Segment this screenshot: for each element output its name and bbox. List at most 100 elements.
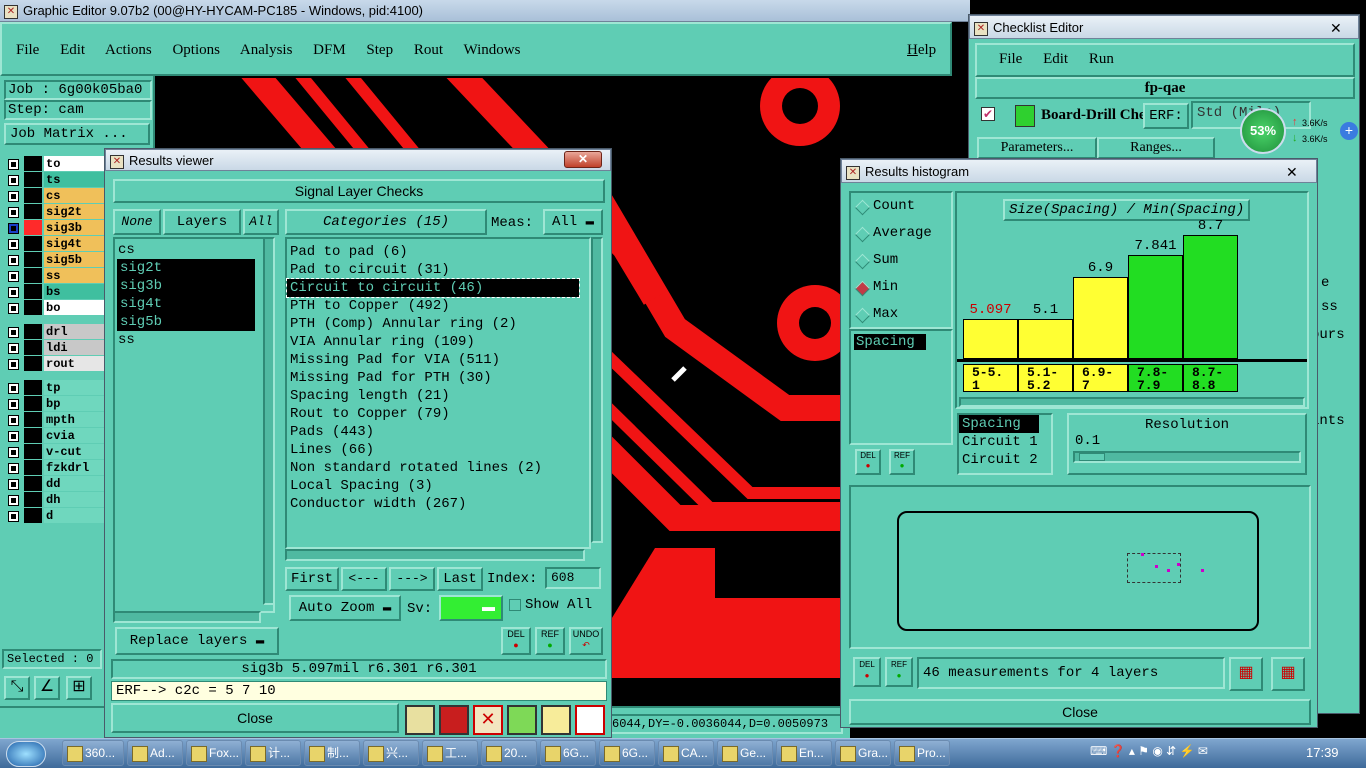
taskbar-item[interactable]: 兴... <box>363 740 419 766</box>
net-plus-icon[interactable]: + <box>1340 122 1358 140</box>
category-item[interactable]: Pad to circuit (31) <box>287 261 589 279</box>
hg-export-icon-2[interactable]: ▦ <box>1271 657 1305 691</box>
menu-edit[interactable]: Edit <box>60 42 85 58</box>
menu-options[interactable]: Options <box>172 42 220 58</box>
category-item[interactable]: Local Spacing (3) <box>287 477 589 495</box>
rv-close-icon[interactable]: ✕ <box>564 151 602 168</box>
category-item[interactable]: Pads (443) <box>287 423 589 441</box>
mode-radio-count[interactable]: Count <box>851 193 951 220</box>
menu-analysis[interactable]: Analysis <box>240 42 293 58</box>
category-item[interactable]: Lines (66) <box>287 441 589 459</box>
layer-row-bs[interactable]: bs <box>4 284 106 300</box>
hg-field-list[interactable]: Spacing <box>849 329 953 445</box>
layer-checkbox[interactable] <box>8 399 19 410</box>
tool-button-3[interactable]: ⊞ <box>66 676 92 700</box>
meas-dropdown[interactable]: All ▬ <box>543 209 603 235</box>
layer-checkbox[interactable] <box>8 239 19 250</box>
resolution-slider[interactable] <box>1073 451 1301 463</box>
taskbar-item[interactable]: 工... <box>422 740 478 766</box>
histogram-titlebar[interactable]: ✕ Results histogram ✕ <box>841 159 1317 183</box>
mode-radio-average[interactable]: Average <box>851 220 951 247</box>
histogram-bar[interactable] <box>1073 277 1128 359</box>
hg-list-item[interactable]: Circuit 1 <box>959 433 1051 451</box>
rv-layer-item[interactable]: sig5b <box>117 313 255 331</box>
rv-layer-list[interactable]: cs sig2t sig3b sig4t sig5b ss <box>113 237 275 613</box>
toolbar-icon-3[interactable]: ✕ <box>473 705 503 735</box>
layer-row-dd[interactable]: dd <box>4 476 106 492</box>
cl-close-icon[interactable]: ✕ <box>1330 16 1342 40</box>
layer-checkbox[interactable] <box>8 207 19 218</box>
layer-row-bo[interactable]: bo <box>4 300 106 316</box>
layers-button[interactable]: Layers <box>163 209 241 235</box>
layer-row-ldi[interactable]: ldi <box>4 340 106 356</box>
layer-row-fzkdrl[interactable]: fzkdrl <box>4 460 106 476</box>
histogram-bar[interactable] <box>1018 319 1073 359</box>
toolbar-icon-1[interactable] <box>405 705 435 735</box>
histogram-chart[interactable]: Size(Spacing) / Min(Spacing) 5.097 5.1 6.9… <box>955 191 1309 409</box>
layer-row-sig3b[interactable]: sig3b <box>4 220 106 236</box>
tool-button-1[interactable]: ⤡ <box>4 676 30 700</box>
auto-zoom-dropdown[interactable]: Auto Zoom ▬ <box>289 595 401 621</box>
category-item[interactable]: Conductor width (267) <box>287 495 589 513</box>
hg-close-button[interactable]: Close <box>849 699 1311 725</box>
resolution-slider-thumb[interactable] <box>1079 453 1105 461</box>
layer-checkbox[interactable] <box>8 159 19 170</box>
histogram-bar[interactable] <box>1183 235 1238 359</box>
rv-undo-button[interactable]: UNDO ↶ <box>569 627 603 655</box>
menu-rout[interactable]: Rout <box>414 42 443 58</box>
menu-actions[interactable]: Actions <box>105 42 152 58</box>
layer-checkbox[interactable] <box>8 327 19 338</box>
category-item[interactable]: Rout to Copper (79) <box>287 405 589 423</box>
cl-menu-file[interactable]: File <box>999 51 1022 67</box>
category-item[interactable]: Spacing length (21) <box>287 387 589 405</box>
chart-hscroll[interactable] <box>959 397 1305 407</box>
layer-checkbox[interactable] <box>8 495 19 506</box>
layer-checkbox[interactable] <box>8 255 19 266</box>
layer-checkbox[interactable] <box>8 359 19 370</box>
job-matrix-button[interactable]: Job Matrix ... <box>4 123 150 145</box>
net-speed-widget[interactable]: 53% ↑ 3.6K/s ↓ 3.6K/s + <box>1240 108 1360 154</box>
parameters-button[interactable]: Parameters... <box>977 137 1097 159</box>
layer-checkbox[interactable] <box>8 287 19 298</box>
taskbar-item[interactable]: 360... <box>62 740 124 766</box>
taskbar-item[interactable]: En... <box>776 740 832 766</box>
layer-row-sig5b[interactable]: sig5b <box>4 252 106 268</box>
next-button[interactable]: ---> <box>389 567 435 591</box>
rv-layer-hscroll[interactable] <box>113 611 261 623</box>
toolbar-icon-4[interactable] <box>507 705 537 735</box>
layer-checkbox[interactable] <box>8 303 19 314</box>
index-input[interactable]: 608 <box>545 567 601 589</box>
layer-checkbox[interactable] <box>8 223 19 234</box>
category-item[interactable]: VIA Annular ring (109) <box>287 333 589 351</box>
layer-checkbox[interactable] <box>8 479 19 490</box>
taskbar-item[interactable]: Ad... <box>127 740 183 766</box>
hg-result-list[interactable]: Spacing Circuit 1 Circuit 2 <box>957 413 1053 475</box>
none-button[interactable]: None <box>113 209 161 235</box>
layer-row-tp[interactable]: tp <box>4 380 106 396</box>
category-item[interactable]: Non standard rotated lines (2) <box>287 459 589 477</box>
layer-row-cvia[interactable]: cvia <box>4 428 106 444</box>
layer-checkbox[interactable] <box>8 415 19 426</box>
category-item[interactable]: PTH to Copper (492) <box>287 297 589 315</box>
rv-layer-scrollbar[interactable] <box>263 237 275 605</box>
layer-row-sig2t[interactable]: sig2t <box>4 204 106 220</box>
hg-ref-left-button[interactable]: REF ● <box>889 449 915 475</box>
cl-menu-run[interactable]: Run <box>1089 51 1114 67</box>
rv-layer-item[interactable]: sig2t <box>117 259 255 277</box>
layer-checkbox[interactable] <box>8 383 19 394</box>
toolbar-icon-2[interactable] <box>439 705 469 735</box>
show-all-checkbox[interactable] <box>509 599 521 611</box>
hg-export-icon-1[interactable]: ▦ <box>1229 657 1263 691</box>
taskbar-item[interactable]: Ge... <box>717 740 773 766</box>
checklist-titlebar[interactable]: ✕ Checklist Editor ✕ <box>969 15 1359 39</box>
menu-dfm[interactable]: DFM <box>313 42 346 58</box>
menu-step[interactable]: Step <box>366 42 393 58</box>
taskbar-item[interactable]: Gra... <box>835 740 891 766</box>
layer-row-bp[interactable]: bp <box>4 396 106 412</box>
replace-layers-dropdown[interactable]: Replace layers ▬ <box>115 627 279 655</box>
rv-layer-item[interactable]: ss <box>115 331 273 349</box>
layer-checkbox[interactable] <box>8 191 19 202</box>
category-hscroll[interactable] <box>285 549 585 561</box>
taskbar-item[interactable]: CA... <box>658 740 714 766</box>
start-button[interactable] <box>6 741 46 767</box>
